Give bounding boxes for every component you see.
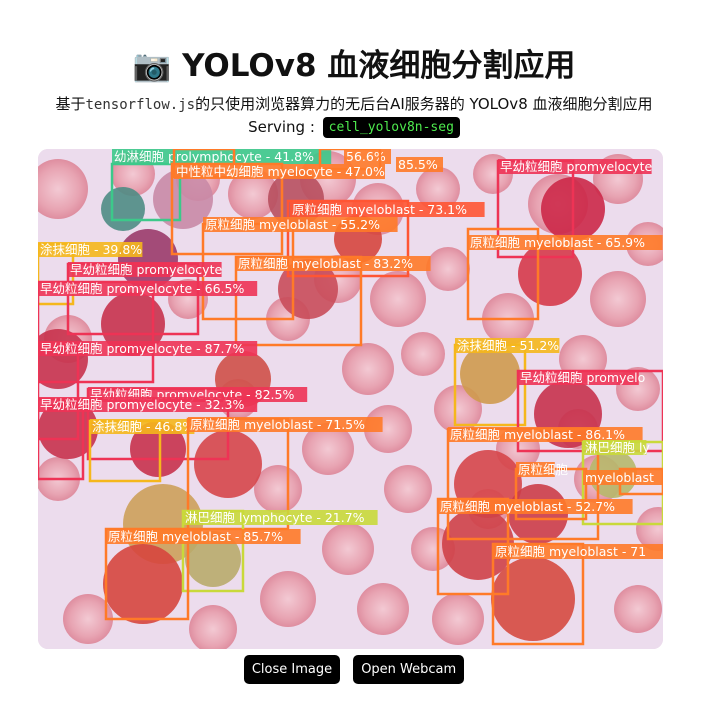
detection-label: 早幼粒细胞 promyelocyte - 87.7% [40, 341, 244, 356]
detection-label: 早幼粒细胞 promyelocyte - 32.3% [40, 397, 244, 412]
detection-label: 原粒细胞 [518, 462, 569, 477]
subtitle-prefix: 基于 [55, 95, 86, 113]
red-blood-cell [370, 271, 426, 327]
detection-label: 85.5% [398, 157, 438, 172]
stained-cell [101, 187, 145, 231]
detection-label: 早幼粒细胞 promyelo [520, 370, 645, 385]
close-image-button[interactable]: Close Image [243, 655, 341, 684]
detection-label: 原粒细胞 myeloblast - 65.9% [470, 235, 645, 250]
detection-label: 原粒细胞 myeloblast - 83.2% [238, 256, 413, 271]
detection-label: 原粒细胞 myeloblast - 73.1% [292, 202, 467, 217]
stained-cell [103, 544, 183, 624]
detection-canvas: 幼淋细胞 prolymphocyte - 41.8% 56.6%85.5%中性粒中… [38, 149, 663, 649]
red-blood-cell [342, 343, 394, 395]
detection-label: 淋巴细胞 ly [585, 440, 650, 455]
subtitle: 基于tensorflow.js的只使用浏览器算力的无后台AI服务器的 YOLOv… [0, 93, 708, 114]
stained-cell [491, 557, 575, 641]
library-name: tensorflow.js [85, 97, 196, 113]
red-blood-cell [254, 465, 302, 513]
camera-icon: 📷 [132, 48, 172, 84]
detection-label: 涂抹细胞 - 39.8% [40, 242, 142, 257]
detection-label: 原粒细胞 myeloblast - 85.7% [108, 529, 283, 544]
detection-label: 早幼粒细胞 promyelocyte [70, 262, 222, 277]
serving-label: Serving : [248, 118, 315, 136]
detection-label: 原粒细胞 myeloblast - 55.2% [205, 217, 380, 232]
app-title: YOLOv8 血液细胞分割应用 [182, 48, 576, 84]
red-blood-cell [357, 583, 409, 635]
detection-label: 原粒细胞 myeloblast - 52.7% [440, 499, 615, 514]
red-blood-cell [260, 571, 316, 627]
detection-label: 中性粒中幼细胞 myelocyte - 47.0% [176, 164, 385, 179]
red-blood-cell [426, 247, 470, 291]
serving-row: Serving : cell_yolov8n-seg [0, 117, 708, 138]
detection-label: 早幼粒细胞 promyelocyte [500, 159, 652, 174]
action-bar: Close Image Open Webcam [0, 655, 708, 684]
detection-label: 幼淋细胞 prolymphocyte - 41.8% [114, 149, 314, 164]
red-blood-cell [432, 593, 484, 645]
stained-cell [118, 229, 178, 289]
detection-label: 原粒细胞 myeloblast - 71.5% [190, 417, 365, 432]
detection-label: myeloblast [585, 470, 654, 485]
model-name-badge: cell_yolov8n-seg [322, 117, 460, 138]
open-webcam-button[interactable]: Open Webcam [353, 655, 465, 684]
detection-label: 原粒细胞 myeloblast - 71 [495, 544, 646, 559]
image-viewer: 幼淋细胞 prolymphocyte - 41.8% 56.6% 85.5% 中性粒中… [38, 149, 663, 649]
detection-label: 淋巴细胞 lymphocyte - 21.7% [185, 510, 365, 525]
red-blood-cell [614, 585, 662, 633]
page-title: 📷 YOLOv8 血液细胞分割应用 [0, 40, 708, 85]
detection-label: 涂抹细胞 - 51.2% [457, 338, 559, 353]
detection-label: 早幼粒细胞 promyelocyte - 66.5% [40, 281, 244, 296]
detection-label: 涂抹细胞 - 46.8% [92, 419, 194, 434]
red-blood-cell [401, 332, 445, 376]
subtitle-suffix: 的只使用浏览器算力的无后台AI服务器的 YOLOv8 血液细胞分割应用 [195, 95, 653, 113]
red-blood-cell [590, 271, 646, 327]
red-blood-cell [322, 523, 374, 575]
red-blood-cell [384, 465, 432, 513]
